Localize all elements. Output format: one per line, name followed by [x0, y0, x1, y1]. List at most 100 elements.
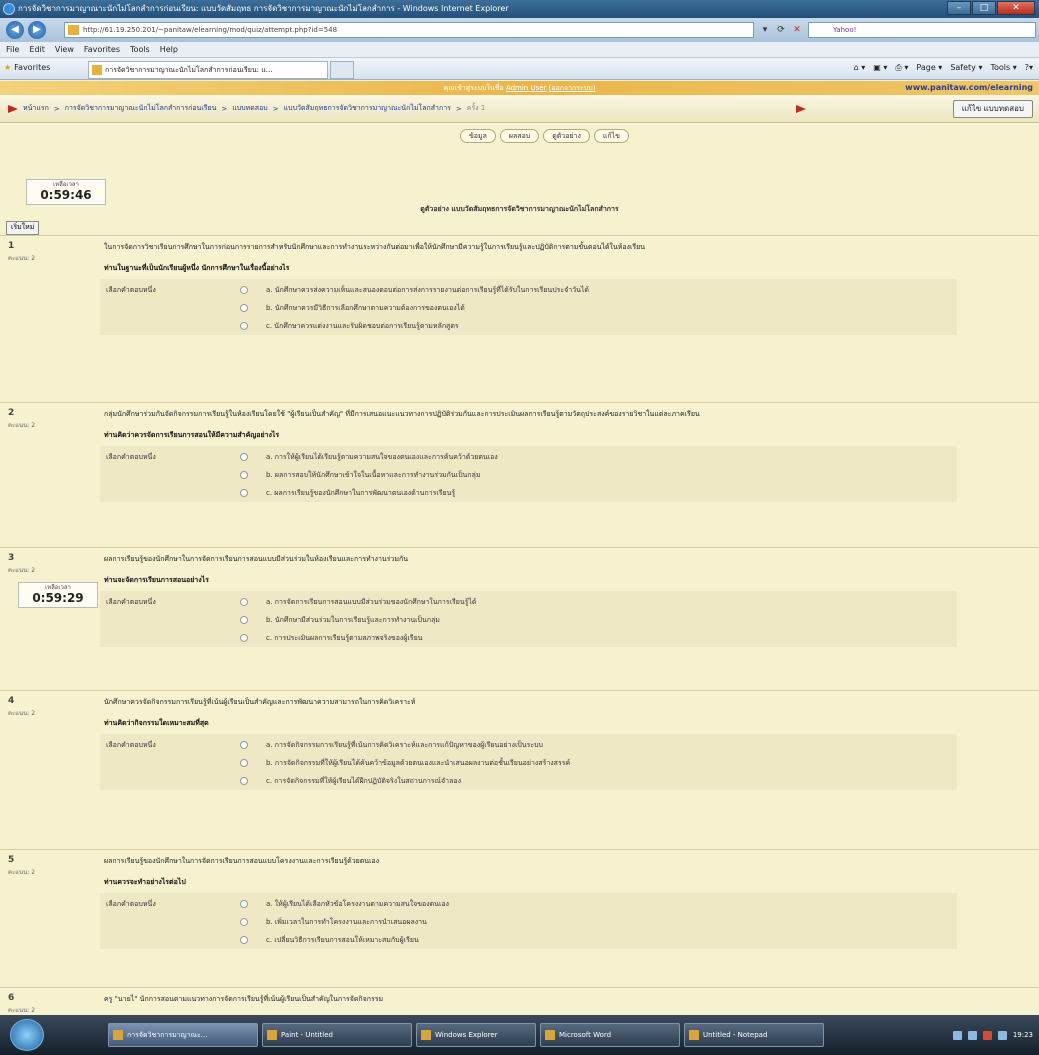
minimize-button[interactable]: – [947, 1, 971, 15]
page-menu[interactable]: Page ▾ [916, 63, 942, 73]
answer-option[interactable]: b. นักศึกษาควรมีวิธีการเลือกศึกษาตามความ… [236, 300, 946, 316]
menu-view[interactable]: View [55, 42, 74, 57]
print-icon[interactable]: ⎙ ▾ [895, 63, 908, 73]
question-prompt: ท่านในฐานะที่เป็นนักเรียนผู้หนึ่ง นักการ… [104, 264, 290, 272]
answer-option[interactable]: a. การจัดการเรียนการสอนแบบมีส่วนร่วมของน… [236, 594, 946, 610]
radio-button[interactable] [240, 453, 248, 461]
edit-quiz-button[interactable]: แก้ไข แบบทดสอบ [952, 100, 1033, 118]
browser-tab[interactable]: การจัดวิชาการมาญาณะนักไม่โลกสำการก่อนเรี… [88, 61, 328, 79]
radio-button[interactable] [240, 471, 248, 479]
taskbar-item[interactable]: Microsoft Word [540, 1023, 680, 1047]
new-tab-button[interactable] [330, 61, 354, 79]
option-text[interactable]: a. การให้ผู้เรียนได้เรียนรู้ตามความสนใจข… [266, 452, 498, 463]
option-text[interactable]: b. เพิ่มเวลาในการทำโครงงานและการนำเสนอผล… [266, 917, 427, 928]
answer-option[interactable]: c. การประเมินผลการเรียนรู้ตามสภาพจริงของ… [236, 630, 946, 646]
volume-icon[interactable] [967, 1030, 977, 1040]
menu-favorites[interactable]: Favorites [84, 42, 120, 57]
breadcrumb-quiz[interactable]: แบบวัดสัมฤทธการจัดวิชาการมาญาณะนักไม่โลก… [284, 103, 451, 114]
answer-option[interactable]: a. นักศึกษาควรส่งความเห็นและสนองตอบต่อกา… [236, 282, 946, 298]
radio-button[interactable] [240, 286, 248, 294]
forward-button[interactable]: ▶ [28, 21, 46, 39]
refresh-icon[interactable]: ⟳ [774, 23, 788, 37]
feeds-icon[interactable]: ▣ ▾ [873, 63, 887, 73]
taskbar-item[interactable]: Windows Explorer [416, 1023, 536, 1047]
option-text[interactable]: a. ให้ผู้เรียนได้เลือกหัวข้อโครงงานตามคว… [266, 899, 449, 910]
option-text[interactable]: a. การจัดกิจกรรมการเรียนรู้ที่เน้นการคิด… [266, 740, 543, 751]
answer-option[interactable]: a. การให้ผู้เรียนได้เรียนรู้ตามความสนใจข… [236, 449, 946, 465]
help-menu[interactable]: ?▾ [1025, 63, 1033, 73]
menu-file[interactable]: File [6, 42, 19, 57]
network-icon[interactable] [952, 1030, 962, 1040]
question-text: ผลการเรียนรู้ของนักศึกษาในการจัดการเรียน… [104, 857, 380, 865]
menu-edit[interactable]: Edit [29, 42, 45, 57]
stop-icon[interactable]: ✕ [790, 23, 804, 37]
option-text[interactable]: b. ผลการสอบให้นักศึกษาเข้าใจในเนื้อหาและ… [266, 470, 480, 481]
tools-menu[interactable]: Tools ▾ [990, 63, 1016, 73]
answer-option[interactable]: a. การจัดกิจกรรมการเรียนรู้ที่เน้นการคิด… [236, 737, 946, 753]
start-button[interactable] [10, 1019, 44, 1051]
option-text[interactable]: c. นักศึกษาควรแต่งงานและรับผิดชอบต่อการเ… [266, 321, 459, 332]
favorites-button[interactable]: Favorites [4, 63, 50, 72]
radio-button[interactable] [240, 304, 248, 312]
radio-button[interactable] [240, 900, 248, 908]
radio-button[interactable] [240, 322, 248, 330]
radio-button[interactable] [240, 489, 248, 497]
user-link[interactable]: Admin User [506, 84, 547, 92]
answer-option[interactable]: a. ให้ผู้เรียนได้เลือกหัวข้อโครงงานตามคว… [236, 896, 946, 912]
radio-button[interactable] [240, 598, 248, 606]
tab-results[interactable]: ผลสอบ [499, 129, 540, 143]
url-input[interactable]: http://61.19.250.201/~panitaw/elearning/… [64, 22, 754, 38]
answer-option[interactable]: b. การจัดกิจกรรมที่ให้ผู้เรียนได้ค้นคว้า… [236, 755, 946, 771]
antivirus-icon[interactable] [982, 1030, 992, 1040]
radio-button[interactable] [240, 936, 248, 944]
option-text[interactable]: c. เปลี่ยนวิธีการเรียนการสอนให้เหมาะสมกั… [266, 935, 419, 946]
radio-button[interactable] [240, 634, 248, 642]
taskbar-item[interactable]: Untitled - Notepad [684, 1023, 824, 1047]
option-text[interactable]: b. การจัดกิจกรรมที่ให้ผู้เรียนได้ค้นคว้า… [266, 758, 570, 769]
start-again-button[interactable]: เริ่มใหม่ [6, 221, 40, 235]
close-button[interactable]: ✕ [997, 1, 1035, 15]
answer-option[interactable]: c. เปลี่ยนวิธีการเรียนการสอนให้เหมาะสมกั… [236, 932, 946, 948]
tab-preview[interactable]: ดูตัวอย่าง [543, 129, 590, 143]
answer-option[interactable]: c. นักศึกษาควรแต่งงานและรับผิดชอบต่อการเ… [236, 318, 946, 334]
option-text[interactable]: b. นักศึกษาควรมีวิธีการเลือกศึกษาตามความ… [266, 303, 465, 314]
home-icon[interactable]: ⌂ ▾ [854, 63, 866, 73]
radio-button[interactable] [240, 616, 248, 624]
safety-menu[interactable]: Safety ▾ [950, 63, 982, 73]
taskbar-item[interactable]: การจัดวิชาการมาญาณะ... [108, 1023, 258, 1047]
answer-option[interactable]: c. การจัดกิจกรรมที่ให้ผู้เรียนได้ฝึกปฏิบ… [236, 773, 946, 789]
answer-option[interactable]: b. นักศึกษามีส่วนร่วมในการเรียนรู้และการ… [236, 612, 946, 628]
tab-edit[interactable]: แก้ไข [593, 129, 629, 143]
radio-button[interactable] [240, 918, 248, 926]
option-text[interactable]: c. การประเมินผลการเรียนรู้ตามสภาพจริงของ… [266, 633, 422, 644]
tab-favicon-icon [92, 65, 102, 75]
answer-option[interactable]: b. เพิ่มเวลาในการทำโครงงานและการนำเสนอผล… [236, 914, 946, 930]
maximize-button[interactable]: □ [972, 1, 996, 15]
menu-help[interactable]: Help [160, 42, 178, 57]
site-url[interactable]: www.panitaw.com/elearning [905, 81, 1033, 95]
radio-button[interactable] [240, 759, 248, 767]
option-text[interactable]: a. การจัดการเรียนการสอนแบบมีส่วนร่วมของน… [266, 597, 476, 608]
tab-info[interactable]: ข้อมูล [460, 129, 496, 143]
logout-link[interactable]: (ออกจากระบบ) [549, 84, 596, 92]
menu-tools[interactable]: Tools [130, 42, 150, 57]
dropdown-icon[interactable]: ▾ [758, 23, 772, 37]
answer-option[interactable]: b. ผลการสอบให้นักศึกษาเข้าใจในเนื้อหาและ… [236, 467, 946, 483]
radio-button[interactable] [240, 777, 248, 785]
radio-button[interactable] [240, 741, 248, 749]
breadcrumb-course[interactable]: การจัดวิชาการมาญาณะนักไม่โลกสำการก่อนเรี… [65, 103, 217, 114]
window-titlebar[interactable]: การจัดวิชาการมาญาณาะนักไม่โลกสำการก่อนเร… [0, 0, 1039, 18]
option-text[interactable]: c. ผลการเรียนรู้ของนักศึกษาในการพัฒนาตนเ… [266, 488, 455, 499]
menu-bar: File Edit View Favorites Tools Help [0, 42, 1039, 58]
option-text[interactable]: a. นักศึกษาควรส่งความเห็นและสนองตอบต่อกา… [266, 285, 589, 296]
language-icon[interactable] [997, 1030, 1007, 1040]
search-input[interactable]: Yahoo! [808, 22, 1036, 38]
clock[interactable]: 19:23 [1013, 1031, 1033, 1039]
back-button[interactable]: ◀ [6, 21, 24, 39]
option-text[interactable]: c. การจัดกิจกรรมที่ให้ผู้เรียนได้ฝึกปฏิบ… [266, 776, 461, 787]
breadcrumb-quizzes[interactable]: แบบทดสอบ [232, 103, 267, 114]
taskbar-item[interactable]: Paint - Untitled [262, 1023, 412, 1047]
answer-option[interactable]: c. ผลการเรียนรู้ของนักศึกษาในการพัฒนาตนเ… [236, 485, 946, 501]
option-text[interactable]: b. นักศึกษามีส่วนร่วมในการเรียนรู้และการ… [266, 615, 440, 626]
breadcrumb-home[interactable]: หน้าแรก [23, 103, 49, 114]
